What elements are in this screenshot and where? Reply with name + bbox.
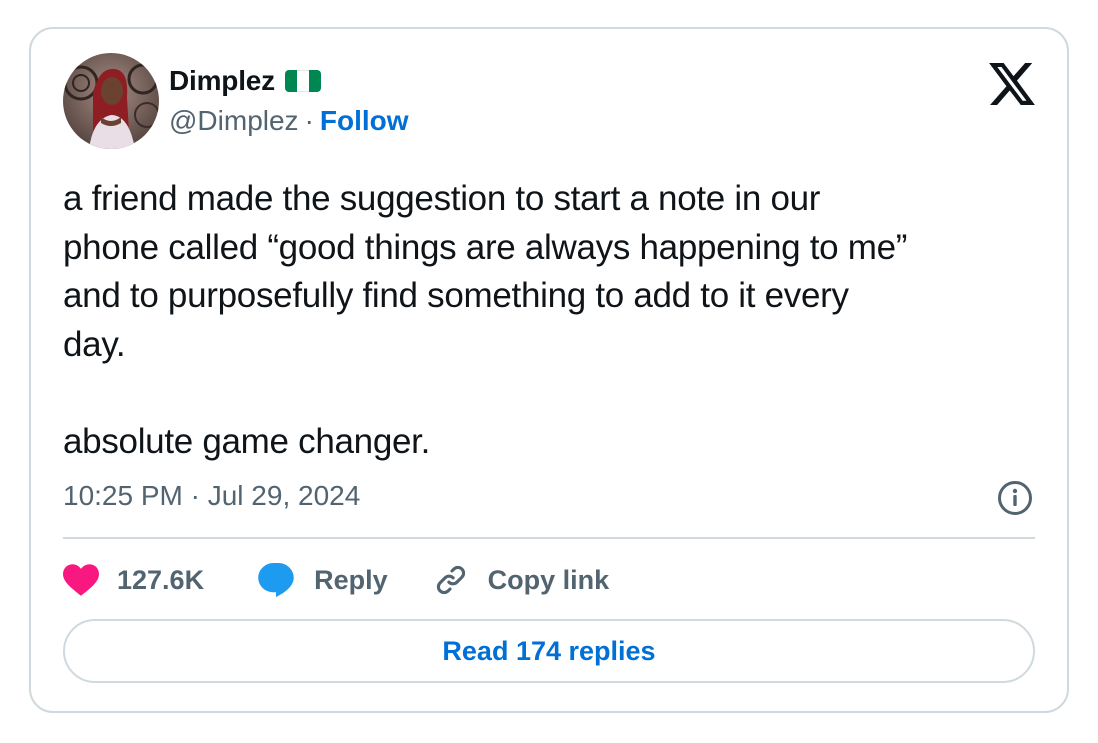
divider <box>63 537 1035 539</box>
x-logo-icon[interactable] <box>989 63 1035 105</box>
like-count: 127.6K <box>117 564 205 595</box>
action-bar: 127.6K Reply Copy link <box>63 561 609 599</box>
tweet-card: Dimplez @Dimplez · Follow a friend made … <box>29 27 1069 713</box>
reply-button[interactable]: Reply <box>258 563 388 597</box>
speech-bubble-icon <box>258 563 294 597</box>
like-button[interactable]: 127.6K <box>63 564 204 596</box>
copy-link-button[interactable]: Copy link <box>434 563 610 597</box>
link-icon <box>436 565 465 595</box>
reply-label: Reply <box>314 564 388 595</box>
tweet-timestamp[interactable]: 10:25 PM · Jul 29, 2024 <box>63 480 360 512</box>
nigeria-flag-icon <box>284 70 321 92</box>
avatar-image <box>63 53 159 149</box>
read-replies-button[interactable]: Read 174 replies <box>63 619 1035 683</box>
follow-button[interactable]: Follow <box>320 105 409 137</box>
avatar[interactable] <box>63 53 159 149</box>
copy-link-label: Copy link <box>487 564 610 595</box>
separator-dot: · <box>304 105 314 136</box>
read-replies-label: Read 174 replies <box>442 635 656 666</box>
handle-row: @Dimplez · Follow <box>169 105 409 137</box>
tweet-text: a friend made the suggestion to start a … <box>63 179 908 461</box>
info-icon[interactable] <box>997 480 1033 516</box>
heart-icon <box>63 564 99 596</box>
author-name[interactable]: Dimplez <box>169 65 275 97</box>
author-handle[interactable]: @Dimplez <box>169 105 299 137</box>
author-name-row: Dimplez <box>169 65 321 97</box>
